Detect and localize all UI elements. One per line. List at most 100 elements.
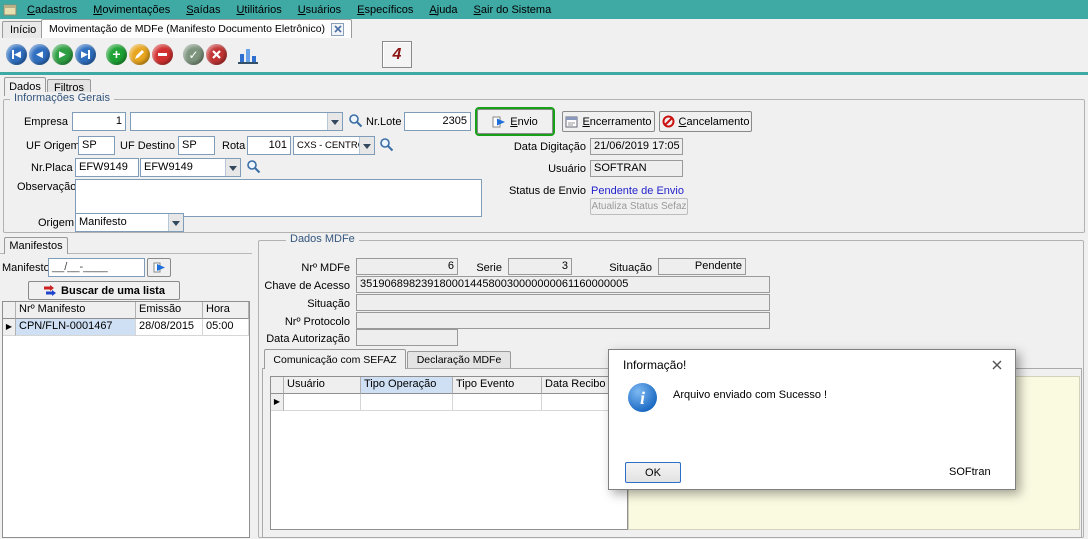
atualiza-status-sefaz-button[interactable]: Atualiza Status Sefaz xyxy=(590,198,688,215)
chave-acesso-value: 3519068982391800014458003000000006116000… xyxy=(356,276,770,293)
data-autorizacao-label: Data Autorização xyxy=(266,333,350,345)
row-indicator-icon: ▶ xyxy=(5,322,13,331)
nr-placa-input[interactable]: EFW9149 xyxy=(75,158,139,177)
manifesto-mask-input[interactable]: __/__-____ xyxy=(48,258,145,277)
column-header-usuario[interactable]: Usuário xyxy=(284,377,361,394)
cell-hora[interactable]: 05:00 xyxy=(203,319,249,336)
observacao-textarea[interactable] xyxy=(75,179,482,217)
nav-last-icon: ▶ xyxy=(81,49,88,59)
table-row[interactable]: ▶ xyxy=(271,394,627,411)
menu-item-utilitarios[interactable]: Utilitários xyxy=(228,2,289,18)
cell-emissao[interactable]: 28/08/2015 xyxy=(136,319,203,336)
column-header-hora[interactable]: Hora xyxy=(203,302,249,319)
envio-button[interactable]: Envio xyxy=(475,107,555,136)
nav-prev-icon: ◀ xyxy=(36,49,43,59)
chevron-down-icon[interactable] xyxy=(327,113,342,130)
chart-button[interactable] xyxy=(236,44,260,66)
manifesto-send-button[interactable] xyxy=(147,258,171,277)
delete-button[interactable] xyxy=(152,44,173,65)
situacao2-value xyxy=(356,294,770,311)
data-digitacao-label: Data Digitação xyxy=(513,141,586,153)
nr-placa-combo[interactable]: EFW9149 xyxy=(140,158,241,177)
rota-combo[interactable]: CXS - CENTRO xyxy=(293,136,375,155)
chevron-down-icon[interactable] xyxy=(359,137,374,154)
encerramento-button[interactable]: Encerramento xyxy=(562,111,655,132)
tab-manifestos[interactable]: Manifestos xyxy=(4,237,68,254)
table-row[interactable]: ▶ CPN/FLN-0001467 28/08/2015 05:00 xyxy=(3,319,249,336)
menu-item-movimentacoes[interactable]: Movimentações xyxy=(85,2,178,18)
menu-item-especificos[interactable]: Específicos xyxy=(349,2,421,18)
add-button[interactable]: + xyxy=(106,44,127,65)
send-icon xyxy=(492,116,506,127)
nrlote-label: Nr.Lote xyxy=(366,116,402,128)
nr-protocolo-value xyxy=(356,312,770,329)
nr-protocolo-label: Nrº Protocolo xyxy=(284,316,350,328)
nrlote-input[interactable]: 2305 xyxy=(404,112,471,131)
ok-button[interactable]: OK xyxy=(625,462,681,483)
sefaz-grid[interactable]: Usuário Tipo Operação Tipo Evento Data R… xyxy=(270,376,628,530)
uf-origem-label: UF Origem xyxy=(26,140,80,152)
column-header-emissao[interactable]: Emissão xyxy=(136,302,203,319)
cancelamento-button[interactable]: Cancelamento xyxy=(659,111,752,132)
menu-item-ajuda[interactable]: Ajuda xyxy=(421,2,465,18)
empresa-code-input[interactable]: 1 xyxy=(72,112,126,131)
x-icon xyxy=(212,50,221,59)
application-window: Cadastros Movimentações Saídas Utilitári… xyxy=(0,0,1088,539)
nav-prev-button[interactable]: ◀ xyxy=(29,44,50,65)
menu-item-usuarios[interactable]: Usuários xyxy=(290,2,349,18)
softran-logo-button[interactable]: 4 xyxy=(382,41,412,68)
edit-button[interactable] xyxy=(129,44,150,65)
usuario-label: Usuário xyxy=(548,163,586,175)
tab-inicio[interactable]: Início xyxy=(2,21,45,38)
row-indicator-icon: ▶ xyxy=(273,397,281,406)
column-header-nr-manifesto[interactable]: Nrº Manifesto xyxy=(16,302,136,319)
dialog-title: Informação! xyxy=(623,358,687,372)
groupbox-informacoes-gerais-caption: Informações Gerais xyxy=(10,92,114,104)
empresa-lookup-button[interactable] xyxy=(348,113,363,131)
cancel-button[interactable] xyxy=(206,44,227,65)
buscar-lista-button[interactable]: Buscar de uma lista xyxy=(28,281,180,300)
manifestos-grid-header: Nrº Manifesto Emissão Hora xyxy=(3,302,249,319)
check-icon: ✓ xyxy=(188,47,199,62)
groupbox-dados-mdfe-caption: Dados MDFe xyxy=(286,233,359,245)
confirm-button[interactable]: ✓ xyxy=(183,44,204,65)
dialog-message: Arquivo enviado com Sucesso ! xyxy=(673,389,828,401)
chevron-down-icon[interactable] xyxy=(225,159,240,176)
nav-first-button[interactable]: ◀ xyxy=(6,44,27,65)
status-envio-value: Pendente de Envio xyxy=(591,185,684,197)
tab-close-icon[interactable] xyxy=(331,22,345,36)
cell-nr-manifesto[interactable]: CPN/FLN-0001467 xyxy=(16,319,136,336)
origem-combo[interactable]: Manifesto xyxy=(75,213,184,232)
nav-last-button[interactable]: ▶ xyxy=(75,44,96,65)
menu-item-cadastros[interactable]: Cadastros xyxy=(19,2,85,18)
serie-value: 3 xyxy=(508,258,572,275)
menu-item-sair[interactable]: Sair do Sistema xyxy=(466,2,560,18)
column-header-tipo-operacao[interactable]: Tipo Operação xyxy=(361,377,453,394)
search-icon xyxy=(247,160,261,174)
chevron-down-icon[interactable] xyxy=(168,214,183,231)
prohibition-icon xyxy=(662,115,675,128)
tab-movimentacao-mdfe[interactable]: Movimentação de MDFe (Manifesto Document… xyxy=(41,19,353,38)
tab-declaracao-mdfe[interactable]: Declaração MDFe xyxy=(407,351,511,368)
nav-next-button[interactable]: ▶ xyxy=(52,44,73,65)
nr-placa-label: Nr.Placa xyxy=(31,162,73,174)
column-header-tipo-evento[interactable]: Tipo Evento xyxy=(453,377,542,394)
serie-label: Serie xyxy=(476,262,502,274)
placa-lookup-button[interactable] xyxy=(246,159,261,177)
menu-item-saidas[interactable]: Saídas xyxy=(178,2,228,18)
manifestos-grid[interactable]: Nrº Manifesto Emissão Hora ▶ CPN/FLN-000… xyxy=(2,301,250,538)
empresa-combo[interactable] xyxy=(130,112,343,131)
tab-comunicacao-sefaz[interactable]: Comunicação com SEFAZ xyxy=(264,349,406,369)
manifesto-label: Manifesto xyxy=(2,262,50,274)
empresa-label: Empresa xyxy=(23,116,68,128)
rota-lookup-button[interactable] xyxy=(379,137,394,155)
search-icon xyxy=(349,114,363,128)
plus-icon: + xyxy=(112,45,121,62)
usuario-value: SOFTRAN xyxy=(590,160,683,177)
rota-code-input[interactable]: 101 xyxy=(247,136,291,155)
uf-origem-input[interactable]: SP xyxy=(78,136,115,155)
uf-destino-input[interactable]: SP xyxy=(178,136,215,155)
info-icon: i xyxy=(627,382,658,416)
dialog-close-icon[interactable] xyxy=(989,357,1005,373)
rota-label: Rota xyxy=(222,140,246,152)
